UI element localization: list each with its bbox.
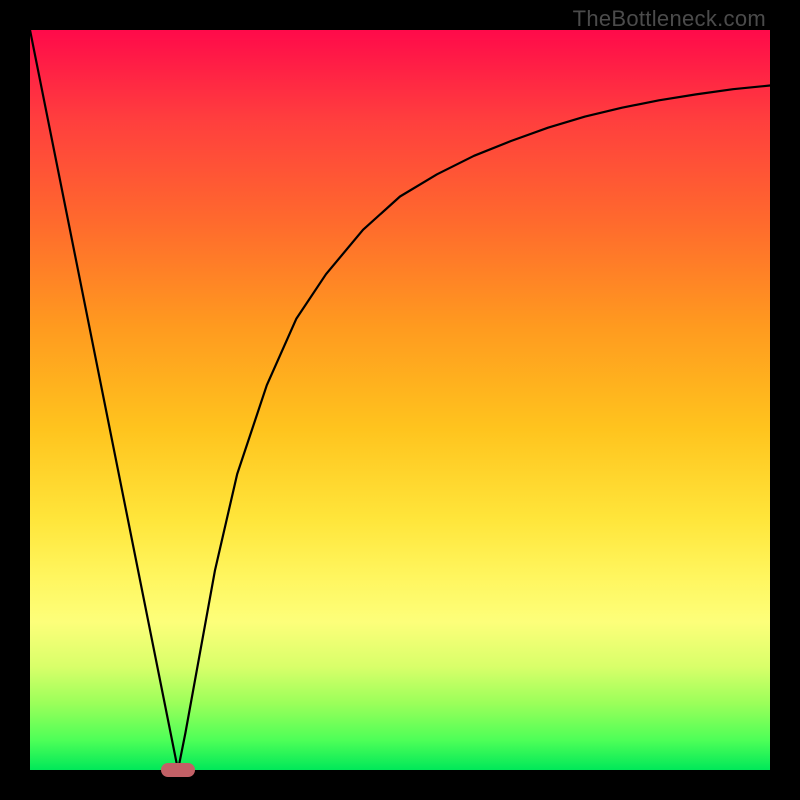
watermark-text: TheBottleneck.com	[573, 6, 766, 32]
plot-area	[30, 30, 770, 770]
bottleneck-curve	[30, 30, 770, 770]
optimal-marker	[161, 763, 195, 777]
chart-frame: TheBottleneck.com	[0, 0, 800, 800]
